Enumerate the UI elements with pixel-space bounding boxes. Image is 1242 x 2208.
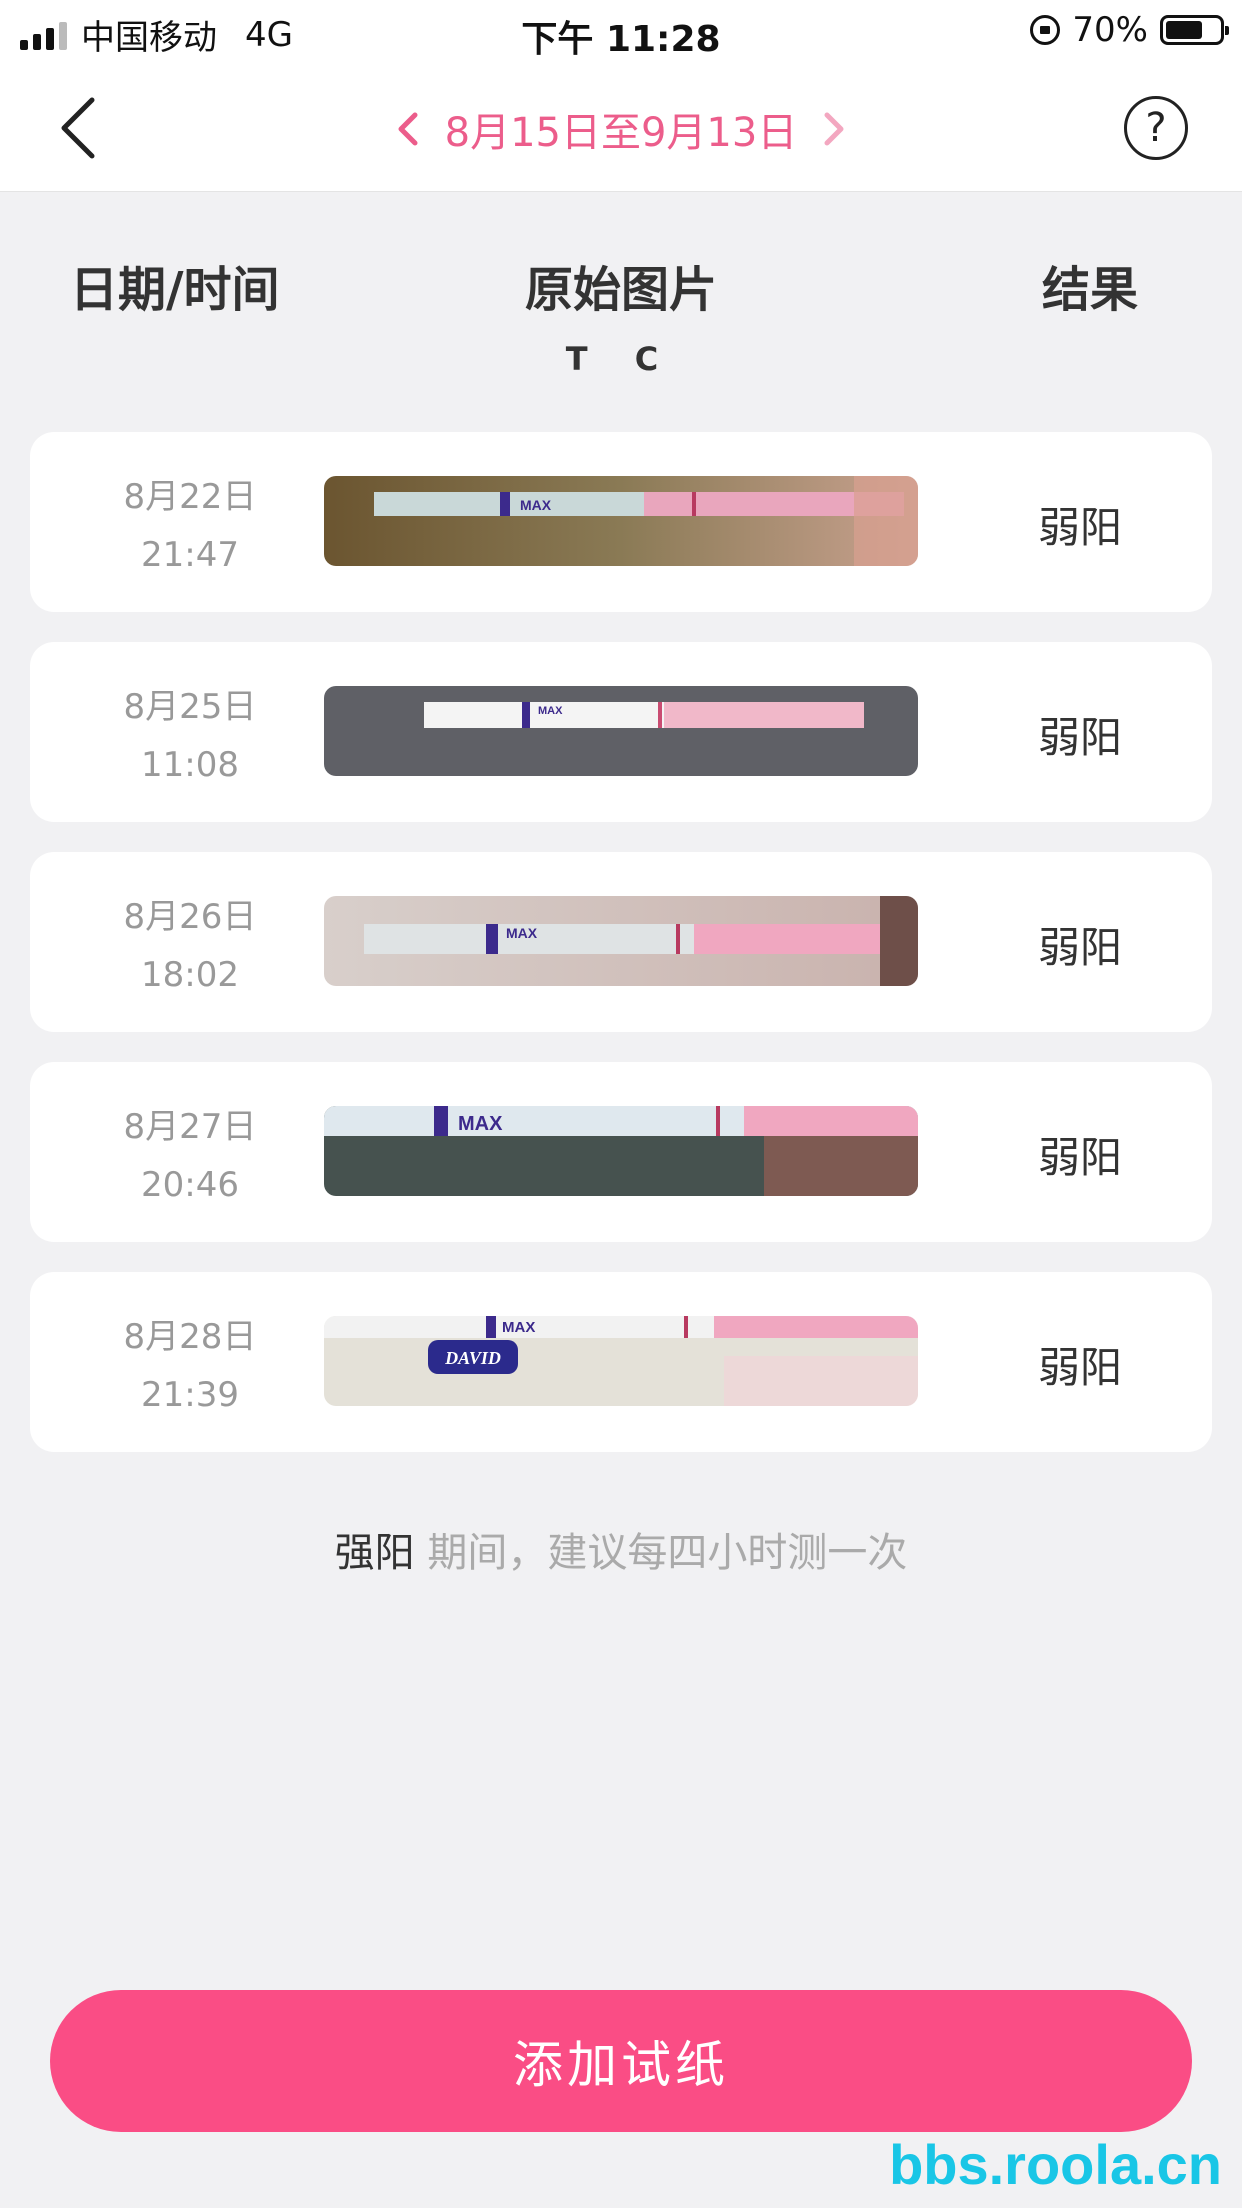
record-date: 8月28日 [123,1317,257,1357]
strip-photo: MAX [324,476,918,566]
record-datetime: 8月22日 21:47 [90,468,290,584]
strip-max-label: MAX [538,705,563,717]
status-bar: 中国移动 4G 下午 11:28 70% [0,0,1242,64]
record-time: 11:08 [141,745,239,785]
record-result: 弱阳 [1037,1343,1122,1392]
battery-percent: 70% [1072,10,1148,50]
next-range-icon[interactable] [819,109,849,149]
strip-max-label: MAX [458,1113,503,1135]
strip-photo: MAX [324,1106,918,1196]
test-record[interactable]: 8月26日 18:02 MAX 弱阳 [30,852,1212,1032]
battery-icon [1160,15,1229,45]
record-time: 21:39 [141,1375,239,1415]
test-record[interactable]: 8月27日 20:46 MAX 弱阳 [30,1062,1212,1242]
strip-max-label: MAX [506,925,538,941]
record-datetime: 8月25日 11:08 [90,678,290,794]
column-header-result: 结果 [1041,262,1138,318]
test-record[interactable]: 8月28日 21:39 MAX DAVID 弱阳 [30,1272,1212,1452]
strip-max-label: MAX [502,1319,535,1336]
strip-max-label: MAX [520,497,552,513]
status-right: 70% [1030,10,1229,50]
test-record[interactable]: 8月22日 21:47 MAX 弱阳 [30,432,1212,612]
strip-photo: MAX [324,686,918,776]
test-record[interactable]: 8月25日 11:08 MAX 弱阳 [30,642,1212,822]
add-test-strip-button[interactable]: 添加试纸 [50,1990,1192,2132]
date-range-label: 8月15日至9月13日 [444,110,798,156]
test-hint: 强阳 期间，建议每四小时测一次 [0,1520,1242,1578]
help-icon[interactable]: ? [1124,96,1188,160]
record-result: 弱阳 [1037,503,1122,552]
hint-text: 期间，建议每四小时测一次 [414,1530,908,1576]
nav-bar: 8月15日至9月13日 ? [0,64,1242,192]
tc-marker: T C [565,340,677,378]
prev-range-icon[interactable] [393,109,423,149]
record-time: 18:02 [141,955,239,995]
record-result: 弱阳 [1037,923,1122,972]
watermark: bbs.roola.cn [889,2133,1222,2196]
record-date: 8月22日 [123,477,257,517]
record-result: 弱阳 [1037,713,1122,762]
record-result: 弱阳 [1037,1133,1122,1182]
record-datetime: 8月28日 21:39 [90,1308,290,1424]
strip-photo: MAX [324,896,918,986]
record-time: 21:47 [141,535,239,575]
record-time: 20:46 [141,1165,239,1205]
strip-photo: MAX DAVID [324,1316,918,1406]
record-date: 8月27日 [123,1107,257,1147]
hint-strong: 强阳 [334,1530,415,1576]
record-datetime: 8月26日 18:02 [90,888,290,1004]
orientation-lock-icon [1030,15,1061,45]
record-datetime: 8月27日 20:46 [90,1098,290,1214]
record-date: 8月26日 [123,897,257,937]
strip-brand-label: DAVID [444,1348,501,1368]
record-date: 8月25日 [123,687,257,727]
date-range-nav: 8月15日至9月13日 [0,100,1242,158]
